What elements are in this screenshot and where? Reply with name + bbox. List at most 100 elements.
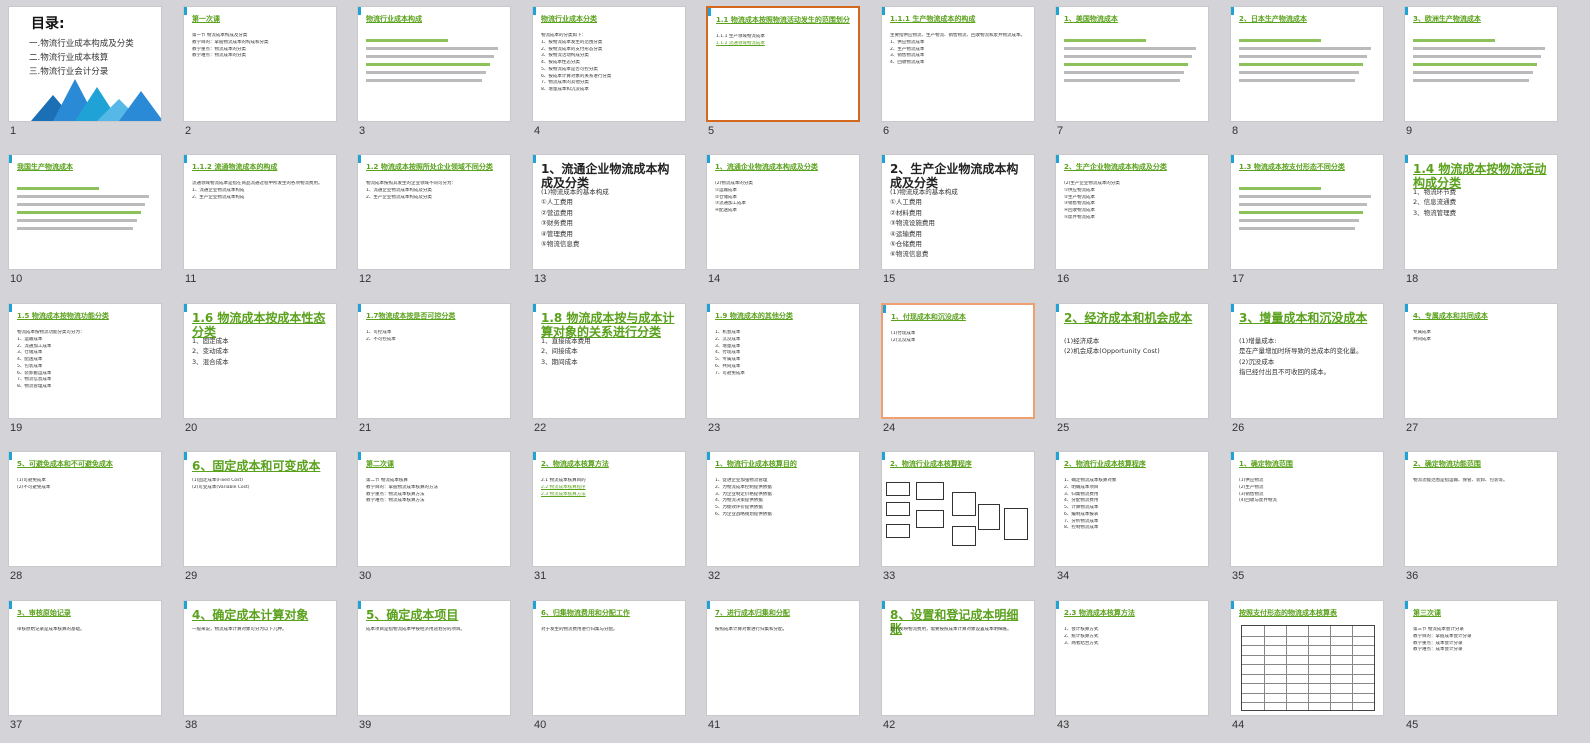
slide-thumbnail[interactable]: 1.5 物流成本按物流功能分类 物流成本按物流功能分类可分为： 1、运输成本 2、流通…	[8, 303, 162, 419]
slide-thumbnail[interactable]: 2、物流成本核算方法 2.1 物流成本核算目的 2.2 物流成本核算程序 2.3 物流…	[532, 451, 686, 567]
slide-thumbnail[interactable]: 2、物流行业成本核算程序	[881, 451, 1035, 567]
slide-thumbnail[interactable]: 1.1.2 流通物流成本的构成 流通领域物流成本是指在商品流通过程中所发生的各项物…	[183, 154, 337, 270]
slide-thumbnail[interactable]: 按照支付形态的物流成本核算表	[1230, 600, 1384, 716]
slide-thumbnail[interactable]: 2、经济成本和机会成本 (1)经济成本 (2)机会成本(Opportunity Co…	[1055, 303, 1209, 419]
slide-thumbnail[interactable]: 6、固定成本和可变成本 (1)固定成本(Fixed Cost) (2)可变成本(Va…	[183, 451, 337, 567]
slide-cell[interactable]: 2、物流成本核算方法 2.1 物流成本核算目的 2.2 物流成本核算程序 2.3 物流…	[524, 445, 701, 593]
slide-cell[interactable]: 物流行业成本分类 物流成本的分类如下： 1、按物流成本发生的范围分类 2、按物流成本的…	[524, 0, 701, 148]
slide-cell[interactable]: 1.7物流成本按是否可控分类 1、可控成本 2、不可控成本 21	[349, 297, 526, 445]
slide-cell[interactable]: 1.9 物流成本的其他分类 1、机会成本 2、沉没成本 3、增量成本 4、付现成本 5、专…	[698, 297, 875, 445]
slide-cell[interactable]: 1.1.2 流通物流成本的构成 流通领域物流成本是指在商品流通过程中所发生的各项物…	[175, 148, 352, 296]
slide-cell[interactable]: 3、增量成本和沉没成本 (1)增量成本: 是在产量增加时所导致的总成本的变化量。 (2…	[1222, 297, 1399, 445]
slide-cell[interactable]: 物流行业成本构成 3	[349, 0, 526, 148]
slide-cell[interactable]: 1、确定物流范围 (1)供应物流 (2)生产物流 (3)销售物流 (4)回收与废弃物流 3…	[1222, 445, 1399, 593]
slide-thumbnail[interactable]: 4、确定成本计算对象 一般来说，物流成本计算对象可分为以下几种。	[183, 600, 337, 716]
slide-thumbnail[interactable]: 物流行业成本构成	[357, 6, 511, 122]
slide-thumbnail[interactable]: 2.3 物流成本核算方法 1、会计核算方式 2、统计核算方式 3、两者结合方式	[1055, 600, 1209, 716]
slide-thumbnail[interactable]: 2、日本生产物流成本	[1230, 6, 1384, 122]
slide-thumbnail[interactable]: 1.9 物流成本的其他分类 1、机会成本 2、沉没成本 3、增量成本 4、付现成本 5、专…	[706, 303, 860, 419]
slide-cell[interactable]: 2、生产企业物流成本构成及分类 (1)物流成本的基本构成 ①人工费用 ②材料费用 ③物流…	[873, 148, 1050, 296]
slide-thumbnail[interactable]: 2、生产企业物流成本构成及分类 (2)生产企业物流成本的分类 ①供应物流成本 ②生产物…	[1055, 154, 1209, 270]
slide-thumbnail[interactable]: 第三次课 第三节 物流成本会计分录 教学目的：掌握成本会计分录 教学重点：成本会计分录…	[1404, 600, 1558, 716]
slide-thumbnail[interactable]: 1.8 物流成本按与成本计算对象的关系进行分类 1、直接成本费用 2、间接成本 3、期…	[532, 303, 686, 419]
slide-body: 一般来说，物流成本计算对象可分为以下几种。	[192, 627, 330, 634]
slide-cell[interactable]: 1.4 物流成本按物流活动构成分类 1、物流环节费 2、信息流通费 3、物流管理费 18	[1396, 148, 1573, 296]
slide-cell[interactable]: 按照支付形态的物流成本核算表 44	[1222, 594, 1399, 742]
slide-thumbnail[interactable]: 7、进行成本归集和分配 按照成本计算对象进行归集和分配。	[706, 600, 860, 716]
slide-thumbnail[interactable]: 8、设置和登记成本明细账 为了反映物流费用，需要按照成本计算对象设置成本明细账。	[881, 600, 1035, 716]
slide-cell[interactable]: 1.1.1 生产物流成本的构成 主要指供应物流、生产物流、销售物流、回收物流和废弃…	[873, 0, 1050, 148]
slide-cell[interactable]: 1.2 物流成本按照所处企业领域不同分类 物流成本按照其发生的企业领域不同可分为：…	[349, 148, 526, 296]
slide-thumbnail[interactable]: 目录: 一.物流行业成本构成及分类 二.物流行业成本核算 三.物流行业会计分录	[8, 6, 162, 122]
slide-thumbnail[interactable]: 1.2 物流成本按照所处企业领域不同分类 物流成本按照其发生的企业领域不同可分为：…	[357, 154, 511, 270]
slide-cell[interactable]: 2.3 物流成本核算方法 1、会计核算方式 2、统计核算方式 3、两者结合方式 43	[1047, 594, 1224, 742]
slide-cell[interactable]: 第二次课 第二节 物流成本核算 教学目的：掌握物流成本核算的方法 教学重点：物流成本核…	[349, 445, 526, 593]
slide-body-line: 6、按成本计算对象的关系进行分类	[541, 73, 612, 79]
slide-cell[interactable]: 6、固定成本和可变成本 (1)固定成本(Fixed Cost) (2)可变成本(Va…	[175, 445, 352, 593]
slide-thumbnail[interactable]: 1、物流行业成本核算目的 1、促进企业加强物流管理 2、为物流成本控制提供依据 3、为…	[706, 451, 860, 567]
slide-cell[interactable]: 1.3 物流成本按支付形态不同分类 17	[1222, 148, 1399, 296]
slide-cell[interactable]: 第三次课 第三节 物流成本会计分录 教学目的：掌握成本会计分录 教学重点：成本会计分录…	[1396, 594, 1573, 742]
slide-cell[interactable]: 1、物流行业成本核算目的 1、促进企业加强物流管理 2、为物流成本控制提供依据 3、为…	[698, 445, 875, 593]
slide-number: 10	[10, 273, 23, 285]
slide-cell[interactable]: 3、欧洲生产物流成本 9	[1396, 0, 1573, 148]
slide-thumbnail[interactable]: 1.1.1 生产物流成本的构成 主要指供应物流、生产物流、销售物流、回收物流和废弃…	[881, 6, 1035, 122]
slide-thumbnail[interactable]: 5、确定成本项目 成本项目是指物流成本中按经济用途划分的项目。	[357, 600, 511, 716]
slide-thumbnail[interactable]: 1.7物流成本按是否可控分类 1、可控成本 2、不可控成本	[357, 303, 511, 419]
slide-thumbnail[interactable]: 1.4 物流成本按物流活动构成分类 1、物流环节费 2、信息流通费 3、物流管理费	[1404, 154, 1558, 270]
slide-cell[interactable]: 8、设置和登记成本明细账 为了反映物流费用，需要按照成本计算对象设置成本明细账。 4…	[873, 594, 1050, 742]
slide-cell[interactable]: 5、确定成本项目 成本项目是指物流成本中按经济用途划分的项目。 39	[349, 594, 526, 742]
slide-thumbnail[interactable]: 1、流通企业物流成本构成及分类 (2)物流成本的分类 ①运输成本 ②仓储成本 ③流通加工…	[706, 154, 860, 270]
slide-cell[interactable]: 2、确定物流功能范围 物流功能范围是指运输、保管、装卸、包装等。 36	[1396, 445, 1573, 593]
slide-thumbnail[interactable]: 5、可避免成本和不可避免成本 (1)可避免成本 (2)不可避免成本	[8, 451, 162, 567]
slide-cell[interactable]: 第一次课 第一节 物流成本构成及分类 教学目的：掌握物流成本的构成和分类 教学重点：物…	[175, 0, 352, 148]
slide-cell[interactable]: 2、物流行业成本核算程序 1、确定物流成本核算对象 2、明确成本项目 3、归集物流费用…	[1047, 445, 1224, 593]
slide-cell[interactable]: 2、生产企业物流成本构成及分类 (2)生产企业物流成本的分类 ①供应物流成本 ②生产物…	[1047, 148, 1224, 296]
slide-cell[interactable]: 4、确定成本计算对象 一般来说，物流成本计算对象可分为以下几种。 38	[175, 594, 352, 742]
slide-cell[interactable]: 6、归集物流费用和分配工作 对于发生的物流费用进行归集与分配。 40	[524, 594, 701, 742]
slide-cell[interactable]: 1.6 物流成本按成本性态分类 1、固定成本 2、变动成本 3、混合成本 20	[175, 297, 352, 445]
slide-cell[interactable]: 1.1 物流成本按照物流活动发生的范围划分 1.1.1 生产领域物流成本 1.1.2…	[698, 0, 875, 148]
slide-thumbnail[interactable]: 2、生产企业物流成本构成及分类 (1)物流成本的基本构成 ①人工费用 ②材料费用 ③物流…	[881, 154, 1035, 270]
slide-thumbnail[interactable]: 2、确定物流功能范围 物流功能范围是指运输、保管、装卸、包装等。	[1404, 451, 1558, 567]
slide-cell[interactable]: 1、付现成本和沉没成本 (1)付现成本 (2)沉没成本 24	[873, 297, 1050, 445]
slide-thumbnail[interactable]: 3、增量成本和沉没成本 (1)增量成本: 是在产量增加时所导致的总成本的变化量。 (2…	[1230, 303, 1384, 419]
slide-cell[interactable]: 2、经济成本和机会成本 (1)经济成本 (2)机会成本(Opportunity Co…	[1047, 297, 1224, 445]
slide-thumbnail[interactable]: 第一次课 第一节 物流成本构成及分类 教学目的：掌握物流成本的构成和分类 教学重点：物…	[183, 6, 337, 122]
slide-cell[interactable]: 目录: 一.物流行业成本构成及分类 二.物流行业成本核算 三.物流行业会计分录 1	[0, 0, 177, 148]
slide-thumbnail[interactable]: 6、归集物流费用和分配工作 对于发生的物流费用进行归集与分配。	[532, 600, 686, 716]
slide-body-line: (2)沉没成本	[1239, 357, 1275, 366]
slide-cell[interactable]: 1、美国物流成本 7	[1047, 0, 1224, 148]
slide-thumbnail[interactable]: 1.3 物流成本按支付形态不同分类	[1230, 154, 1384, 270]
slide-thumbnail[interactable]: 1、付现成本和沉没成本 (1)付现成本 (2)沉没成本	[881, 303, 1035, 419]
slide-thumbnail[interactable]: 1.6 物流成本按成本性态分类 1、固定成本 2、变动成本 3、混合成本	[183, 303, 337, 419]
slide-thumbnail[interactable]: 3、欧洲生产物流成本	[1404, 6, 1558, 122]
slide-cell[interactable]: 1.8 物流成本按与成本计算对象的关系进行分类 1、直接成本费用 2、间接成本 3、期…	[524, 297, 701, 445]
slide-thumbnail[interactable]: 第二次课 第二节 物流成本核算 教学目的：掌握物流成本核算的方法 教学重点：物流成本核…	[357, 451, 511, 567]
slide-thumbnail[interactable]: 1、美国物流成本	[1055, 6, 1209, 122]
slide-cell[interactable]: 3、审核原始记录 审核原始记录是成本核算的基础。 37	[0, 594, 177, 742]
slide-thumbnail[interactable]: 4、专属成本和共同成本 专属成本 共同成本	[1404, 303, 1558, 419]
slide-body-line: 6、编制成本报表	[1064, 511, 1099, 517]
slide-thumbnail[interactable]: 1、流通企业物流成本构成及分类 (1)物流成本的基本构成 ①人工费用 ②营运费用 ③财务…	[532, 154, 686, 270]
slide-number: 40	[534, 719, 547, 731]
slide-thumbnail[interactable]: 1.1 物流成本按照物流活动发生的范围划分 1.1.1 生产领域物流成本 1.1.2…	[706, 6, 860, 122]
slide-number: 24	[883, 422, 896, 434]
slide-body-line: 2、变动成本	[192, 347, 229, 356]
slide-cell[interactable]: 2、物流行业成本核算程序 33	[873, 445, 1050, 593]
slide-title: 我国生产物流成本	[17, 163, 73, 171]
text-line	[366, 47, 498, 50]
slide-cell[interactable]: 1、流通企业物流成本构成及分类 (1)物流成本的基本构成 ①人工费用 ②营运费用 ③财务…	[524, 148, 701, 296]
slide-thumbnail[interactable]: 1、确定物流范围 (1)供应物流 (2)生产物流 (3)销售物流 (4)回收与废弃物流	[1230, 451, 1384, 567]
slide-cell[interactable]: 1、流通企业物流成本构成及分类 (2)物流成本的分类 ①运输成本 ②仓储成本 ③流通加工…	[698, 148, 875, 296]
slide-thumbnail[interactable]: 2、物流行业成本核算程序 1、确定物流成本核算对象 2、明确成本项目 3、归集物流费用…	[1055, 451, 1209, 567]
slide-thumbnail[interactable]: 3、审核原始记录 审核原始记录是成本核算的基础。	[8, 600, 162, 716]
slide-cell[interactable]: 我国生产物流成本 10	[0, 148, 177, 296]
slide-thumbnail[interactable]: 物流行业成本分类 物流成本的分类如下： 1、按物流成本发生的范围分类 2、按物流成本的…	[532, 6, 686, 122]
slide-cell[interactable]: 4、专属成本和共同成本 专属成本 共同成本 27	[1396, 297, 1573, 445]
slide-thumbnail[interactable]: 我国生产物流成本	[8, 154, 162, 270]
slide-cell[interactable]: 2、日本生产物流成本 8	[1222, 0, 1399, 148]
slide-cell[interactable]: 1.5 物流成本按物流功能分类 物流成本按物流功能分类可分为： 1、运输成本 2、流通…	[0, 297, 177, 445]
slide-cell[interactable]: 7、进行成本归集和分配 按照成本计算对象进行归集和分配。 41	[698, 594, 875, 742]
slide-cell[interactable]: 5、可避免成本和不可避免成本 (1)可避免成本 (2)不可避免成本 28	[0, 445, 177, 593]
